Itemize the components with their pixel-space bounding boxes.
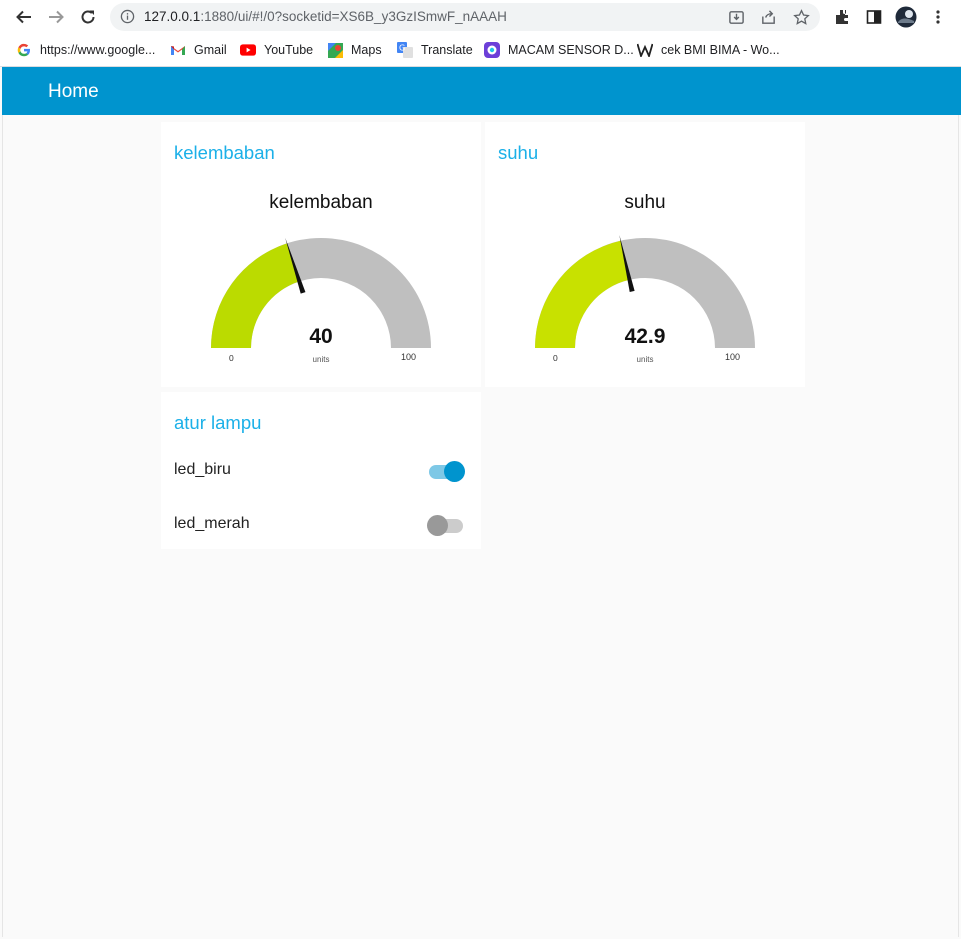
bookmark-gmail[interactable]: Gmail	[170, 40, 227, 60]
extensions-icon[interactable]	[830, 5, 854, 29]
side-panel-icon[interactable]	[862, 5, 886, 29]
bookmark-label: MACAM SENSOR D...	[508, 43, 634, 57]
maps-icon	[327, 42, 343, 58]
gauge-value: 40	[309, 325, 333, 348]
bookmark-label: YouTube	[264, 43, 314, 57]
gmail-icon	[170, 42, 186, 58]
install-app-icon[interactable]	[726, 7, 746, 27]
gauge-units: units	[636, 355, 654, 364]
bookmark-maps[interactable]: Maps	[327, 40, 382, 60]
site-info-icon[interactable]	[120, 9, 135, 29]
bookmark-cek-bmi[interactable]: cek BMI BIMA - Wo...	[637, 40, 780, 60]
bookmarks-bar: https://www.google... Gmail YouTube Maps…	[0, 34, 961, 67]
url-host: 127.0.0.1	[144, 9, 201, 24]
bookmark-app-icon	[484, 42, 500, 58]
dashboard-content: kelembaban kelembaban 40 units 0 100 suh…	[2, 115, 959, 937]
led-merah-toggle[interactable]	[427, 514, 467, 538]
forward-button[interactable]	[44, 5, 68, 29]
svg-text:G: G	[399, 44, 405, 53]
bookmark-label: cek BMI BIMA - Wo...	[661, 43, 780, 57]
bookmark-google[interactable]: https://www.google...	[16, 40, 155, 60]
url-text[interactable]: 127.0.0.1:1880/ui/#!/0?socketid=XS6B_y3G…	[144, 9, 507, 24]
gauge-value: 42.9	[624, 325, 666, 348]
profile-avatar[interactable]	[894, 5, 918, 29]
switch-label: led_merah	[174, 515, 250, 532]
url-path: :1880/ui/#!/0?socketid=XS6B_y3GzISmwF_nA…	[200, 9, 507, 24]
switch-knob[interactable]	[444, 461, 465, 482]
bookmark-translate[interactable]: G Translate	[397, 40, 473, 60]
menu-kebab-icon[interactable]	[926, 5, 950, 29]
back-button[interactable]	[12, 5, 36, 29]
bookmark-macam-sensor[interactable]: MACAM SENSOR D...	[484, 40, 634, 60]
bookmark-label: https://www.google...	[40, 43, 156, 57]
gauge-units: units	[312, 355, 330, 364]
switch-row-led-merah[interactable]: led_merah	[161, 504, 481, 544]
app-header: Home	[2, 67, 961, 115]
bookmark-label: Translate	[421, 43, 473, 57]
reload-button[interactable]	[76, 5, 100, 29]
translate-icon: G	[397, 42, 413, 58]
gauge-min-label: 0	[229, 353, 234, 363]
gauge-max-label: 100	[401, 352, 417, 362]
gauge-max-label: 100	[725, 352, 741, 362]
bookmark-label: Gmail	[194, 43, 227, 57]
group-title: atur lampu	[174, 412, 262, 433]
youtube-icon	[240, 42, 256, 58]
share-icon[interactable]	[758, 7, 778, 27]
browser-toolbar: 127.0.0.1:1880/ui/#!/0?socketid=XS6B_y3G…	[0, 0, 961, 34]
google-icon	[16, 42, 32, 58]
switch-card-atur-lampu: atur lampu led_biru led_merah	[161, 392, 481, 549]
forward-arrow-icon	[49, 10, 64, 24]
switch-row-led-biru[interactable]: led_biru	[161, 450, 481, 490]
back-arrow-icon	[16, 10, 31, 24]
address-bar[interactable]: 127.0.0.1:1880/ui/#!/0?socketid=XS6B_y3G…	[110, 3, 820, 31]
switch-knob[interactable]	[427, 515, 448, 536]
bookmark-label: Maps	[351, 43, 382, 57]
page-title: Home	[48, 81, 99, 102]
bookmark-youtube[interactable]: YouTube	[240, 40, 313, 60]
switch-label: led_biru	[174, 461, 231, 478]
gauge-min-label: 0	[553, 353, 558, 363]
bookmark-star-icon[interactable]	[791, 7, 811, 27]
gauge-card-kelembaban: kelembaban kelembaban 40 units 0 100	[161, 122, 481, 387]
gauge-card-suhu: suhu suhu 42.9 units 0 100	[485, 122, 805, 387]
reload-icon	[81, 10, 95, 24]
led-biru-toggle[interactable]	[427, 460, 467, 484]
wordpress-icon	[637, 42, 653, 58]
